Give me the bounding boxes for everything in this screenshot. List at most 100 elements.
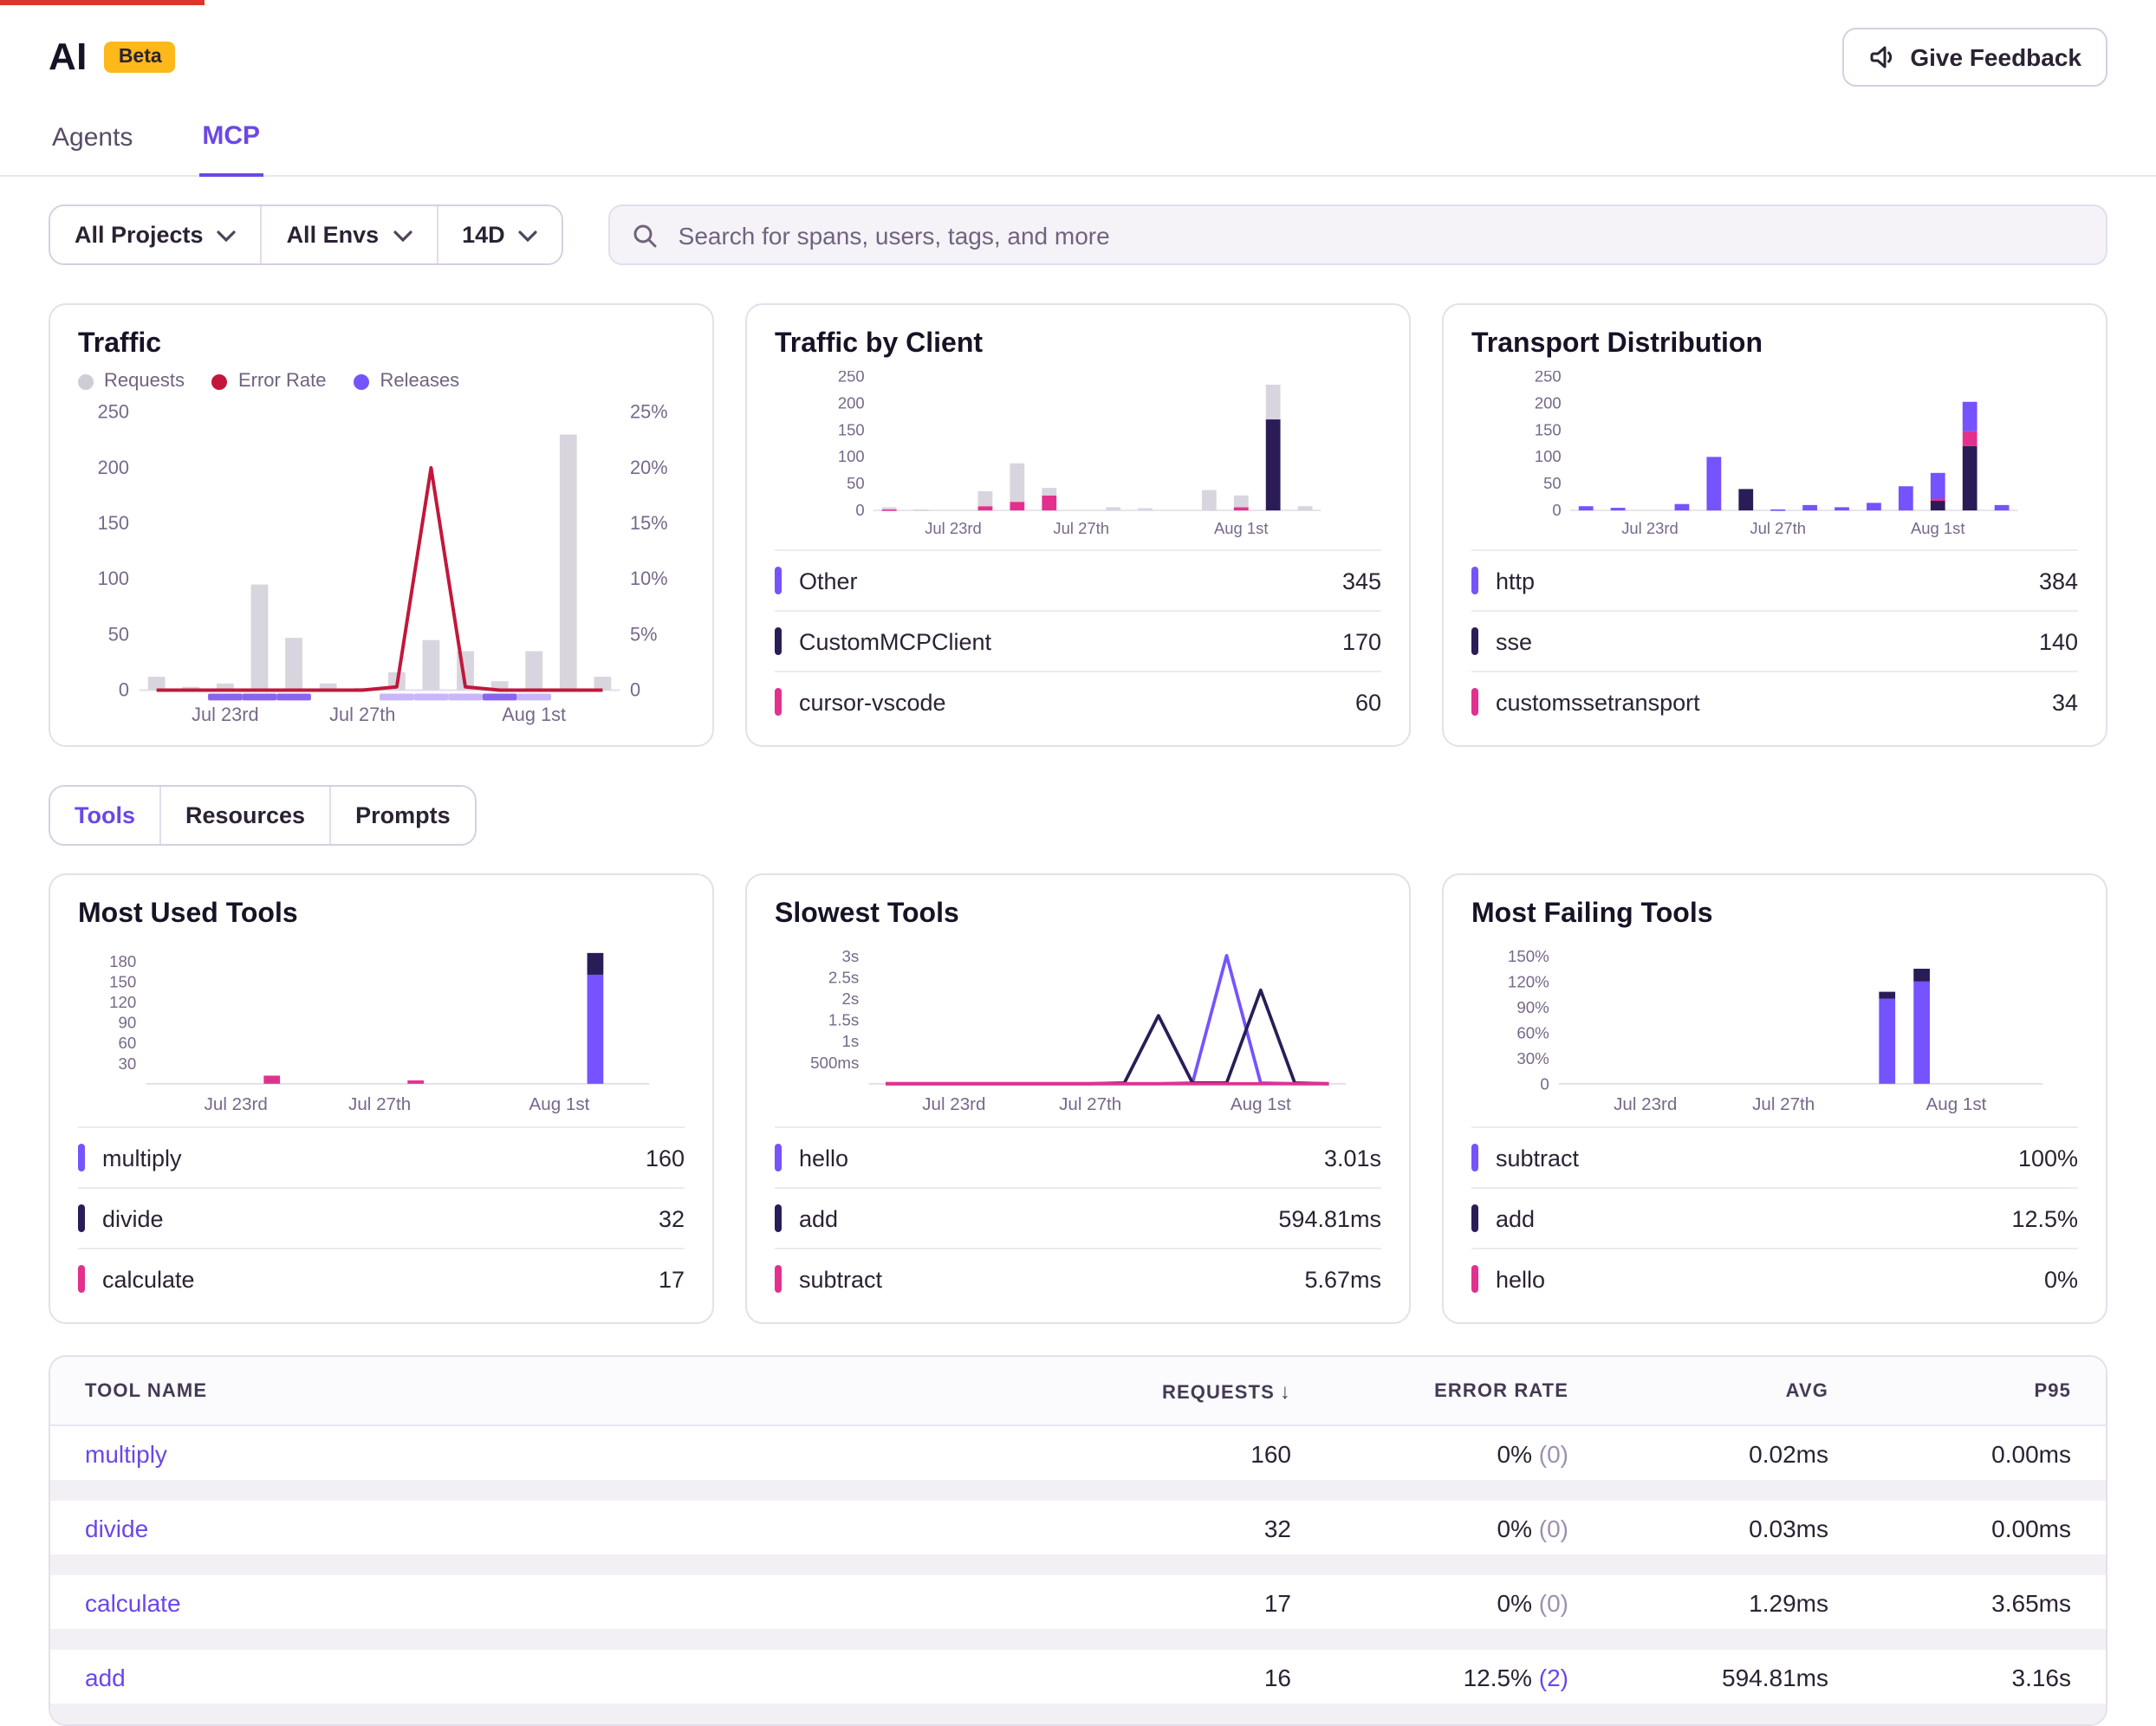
chart-title: Most Used Tools [78,899,685,931]
legend-row-label: hello [799,1145,848,1171]
row-stripe [50,1554,2106,1575]
tool-link[interactable]: divide [85,1514,148,1541]
error-count-link[interactable]: (0) [1539,1439,1568,1467]
svg-text:Jul 27th: Jul 27th [348,1094,411,1114]
svg-text:0: 0 [119,678,129,700]
avg-cell: 0.03ms [1568,1514,1828,1541]
svg-text:250: 250 [1535,371,1562,386]
legend-row[interactable]: cursor-vscode60 [775,671,1381,731]
legend-row[interactable]: add 12.5% [1471,1187,2078,1248]
tab-agents[interactable]: Agents [49,107,136,175]
used-legend-list: multiply160divide32calculate17 [78,1126,685,1308]
legend-row[interactable]: divide32 [78,1187,685,1248]
svg-text:150: 150 [109,972,136,990]
subtab-prompts[interactable]: Prompts [329,787,475,844]
tab-mcp[interactable]: MCP [198,107,263,177]
svg-text:Jul 27th: Jul 27th [1053,519,1109,537]
column-header[interactable]: ERROR RATE [1291,1380,1568,1401]
legend-row-label: add [1496,1205,1535,1231]
legend-row[interactable]: hello0% [1471,1248,2078,1308]
column-header[interactable]: P95 [1828,1380,2071,1401]
loading-indicator [0,0,205,5]
legend-dot [354,373,369,389]
legend-row[interactable]: sse140 [1471,610,2078,671]
table-header: TOOL NAMEREQUESTS↓ERROR RATEAVGP95 [50,1357,2106,1426]
svg-text:0: 0 [855,501,864,519]
legend-row-value: 17 [659,1266,685,1292]
legend-row[interactable]: subtract 5.67ms [775,1248,1381,1308]
legend-row-value: 0% [2044,1266,2078,1292]
svg-text:30%: 30% [1516,1049,1549,1067]
series-color-marker [1471,567,1478,594]
svg-text:100: 100 [1535,447,1562,465]
error-count-link[interactable]: (0) [1539,1514,1568,1541]
failing-legend-list: subtract100% add 12.5% hello0% [1471,1126,2078,1308]
legend-row-value: 12.5% [2011,1205,2078,1231]
envs-filter-dropdown[interactable]: All Envs [261,206,437,263]
svg-text:50: 50 [1543,474,1562,492]
legend-row-value: 32 [659,1205,685,1231]
svg-text:100: 100 [98,568,129,589]
legend-row-value: 345 [1342,568,1381,594]
svg-text:30: 30 [119,1054,137,1073]
date-range-dropdown[interactable]: 14D [436,206,562,263]
subtab-resources[interactable]: Resources [159,787,329,844]
series-color-marker [1471,1265,1478,1293]
legend-row-value: 5.67ms [1304,1266,1381,1292]
chart-title: Most Failing Tools [1471,899,2078,931]
legend-row-label: customssetransport [1496,689,1700,715]
column-header[interactable]: REQUESTS↓ [1049,1379,1291,1403]
most-used-tools-card: Most Used Tools 306090120150180Jul 23rdJ… [49,873,714,1324]
legend-row-value: 170 [1342,628,1381,654]
error-count-link[interactable]: (2) [1539,1663,1568,1690]
traffic-legend: Requests Error Rate Releases [78,371,685,392]
series-color-marker [1471,1204,1478,1232]
svg-text:0: 0 [630,678,640,700]
table-row: calculate170% (0)1.29ms3.65ms [50,1575,2106,1629]
projects-filter-dropdown[interactable]: All Projects [50,206,261,263]
legend-row[interactable]: customssetransport34 [1471,671,2078,731]
svg-text:Jul 23rd: Jul 23rd [192,704,258,725]
projects-filter-label: All Projects [75,222,204,248]
svg-text:180: 180 [109,952,136,970]
legend-row-value: 160 [646,1145,685,1171]
search-input[interactable] [675,219,2085,250]
legend-row[interactable]: Other345 [775,549,1381,610]
chart-title: Slowest Tools [775,899,1381,931]
legend-row[interactable]: CustomMCPClient170 [775,610,1381,671]
filter-bar: All Projects All Envs 14D [49,204,2107,265]
svg-text:Jul 23rd: Jul 23rd [1614,1094,1677,1114]
legend-row-label: subtract [799,1266,882,1292]
column-header[interactable]: TOOL NAME [85,1380,1049,1401]
svg-text:90: 90 [119,1014,137,1032]
legend-row-value: 100% [2018,1145,2078,1171]
p95-cell: 3.16s [1828,1663,2071,1690]
slowest-legend-list: hello3.01sadd594.81ms subtract 5.67ms [775,1126,1381,1308]
table-body: multiply1600% (0)0.02ms0.00msdivide320% … [50,1426,2106,1724]
legend-item[interactable]: Requests [78,371,185,392]
legend-row[interactable]: add594.81ms [775,1187,1381,1248]
legend-item[interactable]: Error Rate [212,371,327,392]
legend-row[interactable]: subtract100% [1471,1126,2078,1187]
legend-row[interactable]: multiply160 [78,1126,685,1187]
tool-link[interactable]: add [85,1663,126,1690]
series-color-marker [775,1144,782,1171]
series-color-marker [78,1144,85,1171]
search-icon [632,221,659,249]
legend-row-value: 594.81ms [1278,1205,1381,1231]
subtab-tools[interactable]: Tools [50,787,159,844]
svg-text:Jul 23rd: Jul 23rd [922,1094,985,1114]
column-header[interactable]: AVG [1568,1380,1828,1401]
legend-item[interactable]: Releases [354,371,459,392]
legend-row[interactable]: http384 [1471,549,2078,610]
requests-cell: 160 [1049,1439,1291,1467]
most-failing-tools-card: Most Failing Tools 030%60%90%120%150%Jul… [1442,873,2107,1324]
legend-row[interactable]: calculate17 [78,1248,685,1308]
date-range-label: 14D [462,222,505,248]
error-count-link[interactable]: (0) [1539,1588,1568,1616]
tool-link[interactable]: multiply [85,1439,167,1467]
row-stripe [50,1629,2106,1650]
give-feedback-button[interactable]: Give Feedback [1842,28,2107,87]
legend-row[interactable]: hello3.01s [775,1126,1381,1187]
tool-link[interactable]: calculate [85,1588,181,1616]
